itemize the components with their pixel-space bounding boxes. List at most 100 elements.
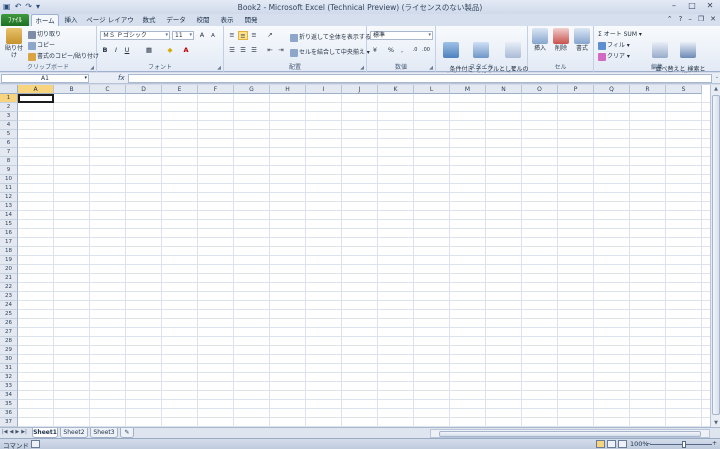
tab-page-layout[interactable]: ページ レイアウト (85, 14, 135, 36)
vertical-scrollbar[interactable]: ▲ ▼ (710, 85, 720, 427)
column-header-g[interactable]: G (234, 85, 270, 94)
row-header-9[interactable]: 9 (0, 166, 18, 175)
comma-button[interactable]: , (397, 46, 407, 55)
formula-input[interactable] (128, 74, 712, 83)
row-header-15[interactable]: 15 (0, 220, 18, 229)
decrease-decimal-icon[interactable]: .00 (421, 46, 431, 55)
fill-button[interactable]: フィル ▾ (598, 40, 630, 50)
row-header-28[interactable]: 28 (0, 337, 18, 346)
font-size-select[interactable]: 11 ▾ (172, 31, 194, 40)
last-sheet-icon[interactable]: ▶| (21, 429, 27, 435)
row-header-19[interactable]: 19 (0, 256, 18, 265)
wrap-text-button[interactable]: 折り返して全体を表示する (290, 32, 371, 42)
align-left-icon[interactable]: ☰ (227, 46, 237, 55)
row-header-6[interactable]: 6 (0, 139, 18, 148)
row-header-3[interactable]: 3 (0, 112, 18, 121)
paste-button[interactable]: 貼り付け (3, 28, 25, 59)
format-cells-button[interactable]: 書式 (572, 28, 592, 52)
zoom-slider[interactable] (650, 444, 712, 445)
percent-button[interactable]: % (386, 46, 396, 55)
row-header-2[interactable]: 2 (0, 103, 18, 112)
number-format-select[interactable]: 標準 ▾ (370, 31, 433, 40)
row-header-29[interactable]: 29 (0, 346, 18, 355)
align-right-icon[interactable]: ☰ (249, 46, 259, 55)
row-header-24[interactable]: 24 (0, 301, 18, 310)
row-header-1[interactable]: 1 (0, 94, 18, 103)
row-header-7[interactable]: 7 (0, 148, 18, 157)
column-header-m[interactable]: M (450, 85, 486, 94)
next-sheet-icon[interactable]: ▶ (15, 429, 19, 435)
row-header-22[interactable]: 22 (0, 283, 18, 292)
merge-center-button[interactable]: セルを結合して中央揃え ▾ (290, 47, 370, 57)
row-header-14[interactable]: 14 (0, 211, 18, 220)
column-header-f[interactable]: F (198, 85, 234, 94)
page-break-view-icon[interactable] (618, 440, 627, 448)
borders-icon[interactable]: ▦ (144, 46, 154, 55)
insert-cells-button[interactable]: 挿入 (530, 28, 550, 52)
row-header-18[interactable]: 18 (0, 247, 18, 256)
column-header-b[interactable]: B (54, 85, 90, 94)
decrease-indent-icon[interactable]: ⇤ (265, 46, 275, 55)
row-header-13[interactable]: 13 (0, 202, 18, 211)
column-header-d[interactable]: D (126, 85, 162, 94)
align-middle-icon[interactable]: ≡ (238, 31, 248, 40)
shrink-font-button[interactable]: A (208, 32, 218, 41)
scroll-down-icon[interactable]: ▼ (711, 420, 720, 426)
macro-record-icon[interactable] (31, 440, 40, 448)
sheet-tab-2[interactable]: Sheet2 (60, 428, 88, 438)
column-header-i[interactable]: I (306, 85, 342, 94)
increase-decimal-icon[interactable]: .0 (410, 46, 420, 55)
doc-restore-icon[interactable]: ❐ (698, 15, 704, 23)
name-box[interactable]: A1 ▾ (1, 74, 89, 83)
sheet-tab-3[interactable]: Sheet3 (90, 428, 118, 438)
bold-button[interactable]: B (100, 46, 110, 55)
select-all-corner[interactable] (0, 85, 18, 94)
row-header-34[interactable]: 34 (0, 391, 18, 400)
tab-insert[interactable]: 挿入 (62, 14, 80, 26)
fill-color-icon[interactable]: ◆ (165, 46, 175, 55)
copy-button[interactable]: コピー (28, 40, 55, 50)
formula-expand-icon[interactable]: ⌄ (715, 74, 719, 80)
column-header-q[interactable]: Q (594, 85, 630, 94)
row-header-37[interactable]: 37 (0, 418, 18, 427)
ribbon-minimize-icon[interactable]: ⌃ (667, 15, 673, 23)
number-launcher-icon[interactable]: ◢ (429, 65, 433, 71)
close-icon[interactable]: ✕ (704, 1, 716, 10)
format-painter-button[interactable]: 書式のコピー/貼り付け (28, 51, 99, 61)
scroll-up-icon[interactable]: ▲ (711, 86, 720, 92)
delete-cells-button[interactable]: 削除 (551, 28, 571, 52)
column-header-a[interactable]: A (18, 85, 54, 94)
column-header-p[interactable]: P (558, 85, 594, 94)
font-name-select[interactable]: ＭＳ Ｐゴシック ▾ (100, 31, 170, 40)
insert-function-icon[interactable]: fx (118, 74, 125, 82)
underline-button[interactable]: U (122, 46, 132, 55)
row-header-33[interactable]: 33 (0, 382, 18, 391)
align-center-icon[interactable]: ☰ (238, 46, 248, 55)
new-sheet-icon[interactable]: ✎ (120, 428, 134, 438)
tab-formulas[interactable]: 数式 (140, 14, 158, 26)
row-header-20[interactable]: 20 (0, 265, 18, 274)
horizontal-scrollbar[interactable] (430, 429, 710, 438)
row-header-11[interactable]: 11 (0, 184, 18, 193)
help-icon[interactable]: ? (679, 15, 683, 23)
align-bottom-icon[interactable]: ≡ (249, 31, 259, 40)
file-tab[interactable]: ﾌｧｲﾙ (1, 14, 29, 26)
column-header-s[interactable]: S (666, 85, 702, 94)
tab-developer[interactable]: 開発 (242, 14, 260, 26)
minimize-icon[interactable]: – (668, 1, 680, 10)
row-header-32[interactable]: 32 (0, 373, 18, 382)
maximize-icon[interactable]: □ (686, 1, 698, 10)
row-header-8[interactable]: 8 (0, 157, 18, 166)
tab-data[interactable]: データ (164, 14, 188, 26)
tab-review[interactable]: 校閲 (194, 14, 212, 26)
clear-button[interactable]: クリア ▾ (598, 51, 630, 61)
row-header-21[interactable]: 21 (0, 274, 18, 283)
currency-icon[interactable]: ¥ (370, 46, 380, 55)
page-layout-view-icon[interactable] (607, 440, 616, 448)
first-sheet-icon[interactable]: |◀ (2, 429, 8, 435)
row-header-17[interactable]: 17 (0, 238, 18, 247)
sheet-tab-1[interactable]: Sheet1 (32, 428, 58, 438)
column-header-r[interactable]: R (630, 85, 666, 94)
italic-button[interactable]: I (111, 46, 121, 55)
vertical-scroll-thumb[interactable] (712, 95, 720, 415)
